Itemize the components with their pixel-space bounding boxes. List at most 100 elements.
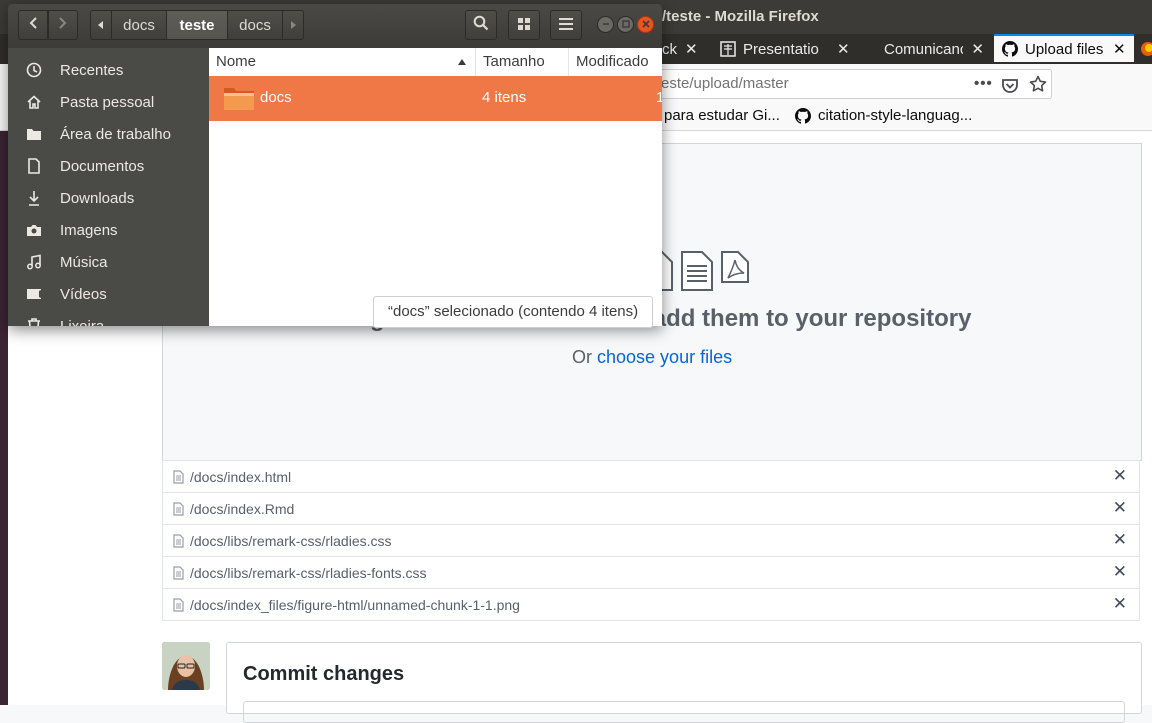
commit-form: Commit changes <box>226 642 1142 723</box>
path-crumb-docs-parent[interactable]: docs <box>111 10 167 40</box>
file-size: 4 itens <box>482 89 527 106</box>
pdf-file-icon <box>721 251 749 283</box>
or-text: Or <box>572 347 592 367</box>
file-modified: 1 <box>656 89 662 106</box>
column-size[interactable]: Tamanho <box>476 48 569 76</box>
file-icon <box>173 565 184 580</box>
back-button[interactable] <box>18 10 48 40</box>
choose-files-link[interactable]: choose your files <box>597 347 732 367</box>
maximize-icon <box>621 19 630 31</box>
desktop-folder-icon <box>8 127 60 141</box>
file-icon <box>173 469 184 484</box>
dropzone-subtitle: Or choose your files <box>572 347 732 368</box>
tab-label: Upload files <box>1025 40 1104 58</box>
avatar[interactable] <box>162 642 210 690</box>
sidebar-item-documentos[interactable]: Documentos <box>8 150 209 182</box>
tab-presentation[interactable]: Presentatio ✕ <box>720 34 850 64</box>
sidebar-item-lixeira[interactable]: Lixeira <box>8 310 209 326</box>
sidebar-item-label: Área de trabalho <box>60 125 171 143</box>
bookmark-label: citation-style-languag... <box>818 107 973 124</box>
desktop-edge <box>0 34 8 705</box>
file-manager-window: docs teste docs Recentes Pasta pessoal Á… <box>8 4 662 328</box>
sort-ascending-icon <box>457 48 467 76</box>
sidebar-item-label: Documentos <box>60 157 145 175</box>
column-modified[interactable]: Modificado <box>569 48 662 76</box>
bookmark-label: para estudar Gi... <box>664 107 780 124</box>
video-icon <box>8 287 60 301</box>
sidebar-item-pasta-pessoal[interactable]: Pasta pessoal <box>8 86 209 118</box>
close-button[interactable] <box>637 16 654 33</box>
tab-close-icon[interactable]: ✕ <box>971 40 984 58</box>
bookmark-item[interactable]: para estudar Gi... <box>664 107 780 124</box>
trash-icon <box>8 318 60 326</box>
bookmark-star-icon[interactable] <box>1029 75 1047 103</box>
remove-file-icon[interactable]: ✕ <box>1113 498 1127 518</box>
sidebar-item-label: Lixeira <box>60 317 105 327</box>
file-row-docs[interactable]: docs 4 itens 1 <box>209 76 662 121</box>
upload-file-row: /docs/libs/remark-css/rladies.css ✕ <box>162 525 1140 557</box>
triangle-left-icon <box>97 17 105 34</box>
commit-message-input[interactable] <box>243 701 1125 723</box>
upload-file-row: /docs/index_files/figure-html/unnamed-ch… <box>162 589 1140 621</box>
tab-upload-files[interactable]: Upload files ✕ <box>994 34 1134 62</box>
sidebar-item-recentes[interactable]: Recentes <box>8 54 209 86</box>
path-crumb-docs[interactable]: docs <box>227 10 283 40</box>
clock-icon <box>8 62 60 78</box>
upload-file-path: /docs/index_files/figure-html/unnamed-ch… <box>190 596 520 613</box>
triangle-right-icon <box>289 17 297 34</box>
firefox-window-title: /teste - Mozilla Firefox <box>662 8 819 25</box>
sidebar-item-videos[interactable]: Vídeos <box>8 278 209 310</box>
kanji-icon <box>720 41 736 57</box>
tab-close-icon[interactable]: ✕ <box>837 40 850 58</box>
minimize-icon <box>602 19 610 31</box>
path-crumb-teste[interactable]: teste <box>166 10 228 40</box>
column-name[interactable]: Nome <box>209 48 476 76</box>
pocket-icon[interactable] <box>1001 76 1019 104</box>
forward-button[interactable] <box>48 10 78 40</box>
url-bar[interactable]: este/upload/master ••• <box>640 69 1052 99</box>
tab-ck[interactable]: ck ✕ <box>662 34 710 64</box>
remove-file-icon[interactable]: ✕ <box>1113 594 1127 614</box>
sidebar-item-area-de-trabalho[interactable]: Área de trabalho <box>8 118 209 150</box>
upload-file-row: /docs/index.html ✕ <box>162 460 1140 493</box>
sidebar-item-musica[interactable]: Música <box>8 246 209 278</box>
column-modified-label: Modificado <box>576 53 649 70</box>
file-icon <box>173 597 184 612</box>
remove-file-icon[interactable]: ✕ <box>1113 530 1127 550</box>
menu-button[interactable] <box>550 10 582 40</box>
file-icon <box>173 501 184 516</box>
view-toggle-button[interactable] <box>508 10 540 40</box>
page-actions-icon[interactable]: ••• <box>974 70 993 98</box>
sidebar-item-label: Vídeos <box>60 285 107 303</box>
path-scroll-right-button[interactable] <box>282 10 304 40</box>
tab-comunicando[interactable]: Comunicanc ✕ <box>884 34 984 64</box>
upload-file-path: /docs/libs/remark-css/rladies.css <box>190 532 392 549</box>
remove-file-icon[interactable]: ✕ <box>1113 562 1127 582</box>
minimize-button[interactable] <box>597 16 614 33</box>
bookmark-item[interactable]: citation-style-languag... <box>795 107 972 124</box>
column-size-label: Tamanho <box>483 53 545 70</box>
path-scroll-left-button[interactable] <box>90 10 112 40</box>
tab-close-icon[interactable]: ✕ <box>685 40 698 58</box>
upload-file-row: /docs/index.Rmd ✕ <box>162 493 1140 525</box>
path-crumb-label: docs <box>239 16 271 34</box>
tab-label: ck <box>662 40 677 58</box>
upload-file-path: /docs/index.html <box>190 468 292 485</box>
tab-close-icon[interactable]: ✕ <box>1113 40 1126 58</box>
file-icon <box>173 533 184 548</box>
chevron-left-icon <box>28 16 38 34</box>
upload-file-path: /docs/index.Rmd <box>190 500 295 517</box>
close-icon <box>641 19 650 31</box>
maximize-button[interactable] <box>617 16 634 33</box>
selection-status: “docs” selecionado (contendo 4 itens) <box>373 296 654 328</box>
chevron-right-icon <box>58 16 68 34</box>
tab-firefox[interactable] <box>1140 34 1152 64</box>
search-button[interactable] <box>465 10 497 40</box>
hamburger-menu-icon <box>559 17 573 34</box>
sidebar-item-imagens[interactable]: Imagens <box>8 214 209 246</box>
text-file-icon <box>681 251 713 291</box>
remove-file-icon[interactable]: ✕ <box>1113 466 1127 486</box>
url-text: este/upload/master <box>661 75 789 92</box>
sidebar-item-downloads[interactable]: Downloads <box>8 182 209 214</box>
sidebar-item-label: Recentes <box>60 61 124 79</box>
